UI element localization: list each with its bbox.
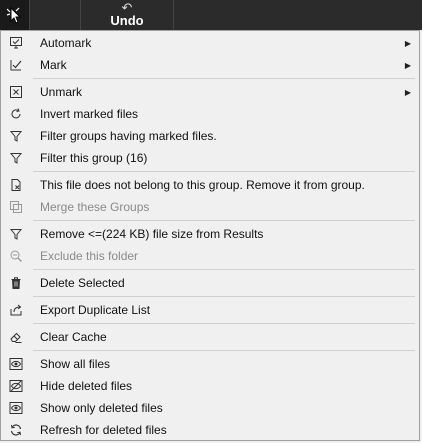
checkbox-x-icon: [9, 85, 23, 99]
menu-item-label: Hide deleted files: [40, 379, 133, 393]
menu-item-label: Exclude this folder: [40, 249, 139, 263]
menu-separator: [33, 296, 415, 297]
menu-item-label: This file does not belong to this group.…: [40, 178, 365, 192]
menu-item-filter-this-group[interactable]: Filter this group (16): [1, 147, 419, 169]
eye-icon: [9, 401, 23, 415]
menu-item-clear-cache[interactable]: Clear Cache: [1, 326, 419, 348]
cursor-icon: [5, 5, 25, 25]
submenu-arrow-icon: ▶: [404, 38, 411, 48]
zoom-icon: [9, 249, 23, 263]
submenu-arrow-icon: ▶: [404, 60, 411, 70]
menu-separator: [33, 269, 415, 270]
menu-item-unmark[interactable]: Unmark ▶: [1, 81, 419, 103]
submenu-arrow-icon: ▶: [404, 87, 411, 97]
menu-item-label: Mark: [40, 58, 67, 72]
trash-icon: [9, 276, 23, 290]
remove-file-icon: [9, 178, 23, 192]
refresh-icon: [9, 107, 23, 121]
undo-label: Undo: [110, 13, 144, 28]
menu-item-exclude-folder[interactable]: Exclude this folder: [1, 245, 419, 267]
context-menu: Automark ▶ Mark ▶ Unmark ▶ Invert marked…: [0, 30, 420, 441]
menu-item-label: Show all files: [40, 357, 111, 371]
checkbox-check-icon: [9, 58, 23, 72]
menu-item-label: Filter groups having marked files.: [40, 129, 217, 143]
automark-icon: [9, 36, 23, 50]
menu-item-mark[interactable]: Mark ▶: [1, 54, 419, 76]
menu-item-refresh-deleted[interactable]: Refresh for deleted files: [1, 419, 419, 441]
menu-item-label: Delete Selected: [40, 276, 125, 290]
menu-item-label: Clear Cache: [40, 330, 107, 344]
menu-item-automark[interactable]: Automark ▶: [1, 32, 419, 54]
menu-item-label: Merge these Groups: [40, 200, 150, 214]
filter-icon: [9, 129, 23, 143]
menu-item-export-duplicates[interactable]: Export Duplicate List: [1, 299, 419, 321]
menu-separator: [33, 323, 415, 324]
eye-slash-icon: [9, 379, 23, 393]
menu-item-invert-marked[interactable]: Invert marked files: [1, 103, 419, 125]
menu-item-label: Remove <=(224 KB) file size from Results: [40, 227, 264, 241]
menu-item-label: Filter this group (16): [40, 151, 148, 165]
menu-item-delete-selected[interactable]: Delete Selected: [1, 272, 419, 294]
menu-item-label: Refresh for deleted files: [40, 423, 167, 437]
filter-icon: [9, 227, 23, 241]
export-icon: [9, 303, 23, 317]
menu-item-label: Export Duplicate List: [40, 303, 151, 317]
undo-button[interactable]: ↶ Undo: [80, 0, 174, 30]
menu-item-show-all-files[interactable]: Show all files: [1, 353, 419, 375]
menu-item-merge-groups[interactable]: Merge these Groups: [1, 196, 419, 218]
filter-icon: [9, 151, 23, 165]
menu-separator: [33, 350, 415, 351]
menu-item-label: Show only deleted files: [40, 401, 163, 415]
menu-item-label: Invert marked files: [40, 107, 139, 121]
app-menu-button[interactable]: [0, 0, 30, 30]
menu-item-show-only-deleted[interactable]: Show only deleted files: [1, 397, 419, 419]
menu-item-filter-marked-groups[interactable]: Filter groups having marked files.: [1, 125, 419, 147]
toolbar: ↶ Undo: [0, 0, 422, 30]
menu-item-label: Automark: [40, 36, 92, 50]
menu-separator: [33, 78, 415, 79]
merge-icon: [9, 200, 23, 214]
refresh-icon: [9, 423, 23, 437]
menu-separator: [33, 171, 415, 172]
menu-item-label: Unmark: [40, 85, 83, 99]
eye-icon: [9, 357, 23, 371]
menu-item-hide-deleted[interactable]: Hide deleted files: [1, 375, 419, 397]
menu-item-remove-from-group[interactable]: This file does not belong to this group.…: [1, 174, 419, 196]
menu-separator: [33, 220, 415, 221]
menu-item-remove-small-files[interactable]: Remove <=(224 KB) file size from Results: [1, 223, 419, 245]
eraser-icon: [9, 330, 23, 344]
